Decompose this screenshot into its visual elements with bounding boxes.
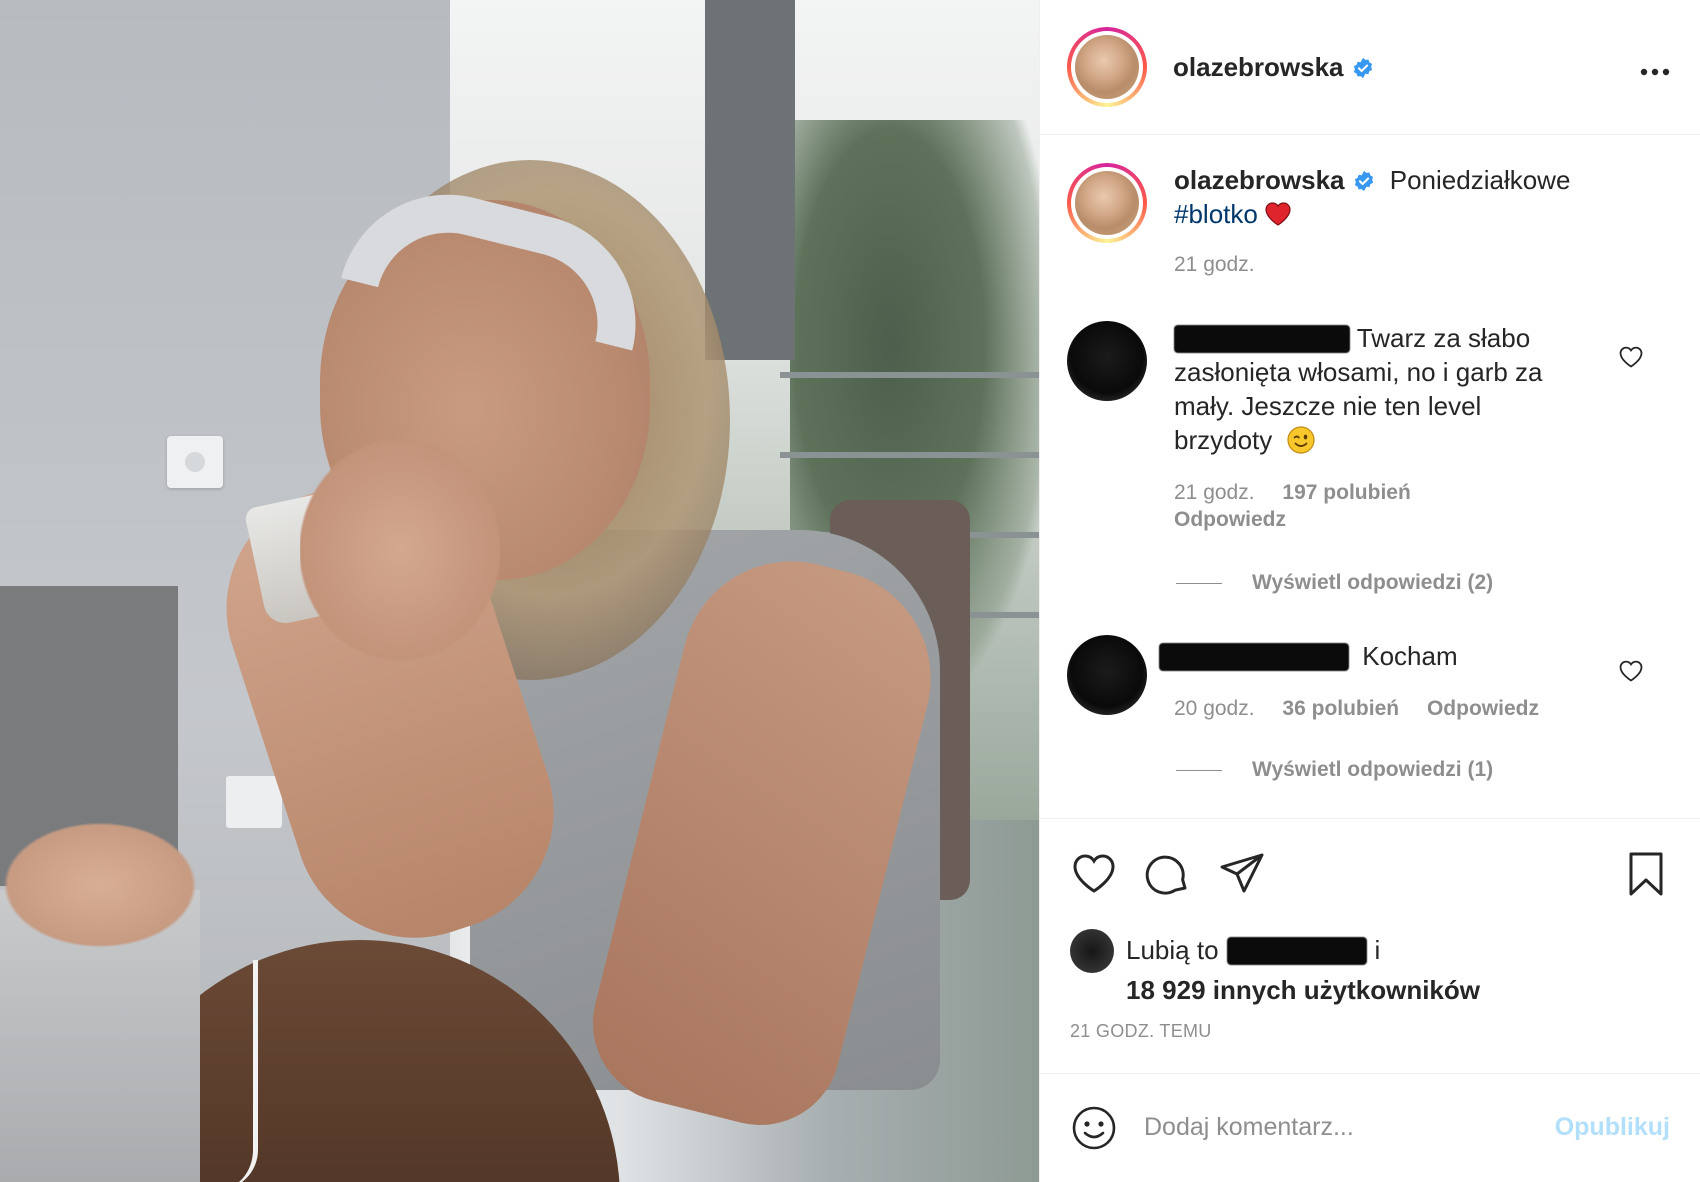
share-icon[interactable]: [1218, 850, 1266, 898]
small-heart-icon[interactable]: [1618, 345, 1644, 369]
redacted-username: [1159, 643, 1349, 672]
reply-button[interactable]: Odpowiedz: [1427, 697, 1539, 720]
caption-body: olazebrowska Poniedziałkowe #blotko 21 g…: [1174, 163, 1604, 277]
avatar-image: [1075, 35, 1139, 99]
comment-text: mały. Jeszcze nie ten level: [1174, 391, 1482, 422]
redacted-username: [1174, 325, 1350, 354]
comments-section[interactable]: olazebrowska Poniedziałkowe #blotko 21 g…: [1040, 135, 1700, 818]
add-comment-bar: Opublikuj: [1040, 1072, 1700, 1182]
comment-time: 21 godz.: [1174, 481, 1255, 505]
post-actions-bar: [1040, 817, 1700, 929]
comment-likes-link[interactable]: 197 polubień: [1282, 481, 1410, 504]
photo-outlet: [226, 776, 282, 828]
caption-author-avatar[interactable]: [1067, 163, 1147, 244]
caption-hashtag-link[interactable]: #blotko: [1174, 199, 1258, 229]
view-replies-button[interactable]: Wyświetl odpowiedzi (1): [1176, 758, 1670, 782]
commenter-avatar[interactable]: [1067, 321, 1147, 402]
reply-button[interactable]: Odpowiedz: [1174, 508, 1286, 531]
small-heart-icon[interactable]: [1618, 659, 1644, 683]
likes-section: Lubią to i 18 929 innych użytkowników: [1040, 928, 1700, 1011]
comment-text: zasłonięta włosami, no i garb za: [1174, 357, 1543, 388]
verified-icon: [1353, 57, 1372, 78]
likes-prefix: Lubią to: [1126, 935, 1219, 966]
comment-text: Twarz za słabo: [1356, 323, 1531, 354]
more-options-button[interactable]: [1640, 50, 1670, 84]
caption-text: olazebrowska Poniedziałkowe: [1174, 163, 1604, 197]
caption-time: 21 godz.: [1174, 253, 1255, 277]
heart-emoji-icon: [1265, 202, 1291, 226]
photo-hand-typing: [0, 820, 200, 950]
author-username[interactable]: olazebrowska: [1173, 52, 1374, 83]
emoji-icon[interactable]: [1070, 1104, 1118, 1152]
photo-cable: [218, 960, 258, 1182]
post-timestamp[interactable]: 21 GODZ. TEMU: [1040, 1011, 1700, 1073]
photo-window-frame: [705, 0, 795, 360]
more-icon: [1640, 68, 1670, 76]
bookmark-icon[interactable]: [1622, 850, 1670, 898]
comment-item: Kocham 20 godz. 36 polubień Odpowiedz: [1067, 635, 1670, 722]
comment-likes-link[interactable]: 36 polubień: [1282, 697, 1399, 720]
likes-suffix: i: [1374, 935, 1381, 966]
winking-face-emoji-icon: [1286, 426, 1315, 454]
post-photo[interactable]: [0, 0, 1039, 1182]
photo-hand: [300, 440, 500, 660]
likes-count-link[interactable]: 18 929 innych użytkowników: [1126, 975, 1670, 1006]
replies-dash: [1176, 582, 1222, 584]
instagram-post: olazebrowska olazebrowska Poniedziałkowe: [0, 0, 1700, 1182]
photo-railing: [780, 372, 1039, 378]
caption-author-name[interactable]: olazebrowska: [1174, 165, 1345, 195]
comment-icon[interactable]: [1144, 850, 1192, 898]
redacted-username: [1226, 936, 1367, 965]
avatar-image: [1075, 171, 1139, 236]
comment-input[interactable]: [1144, 1113, 1555, 1143]
comment-meta: 21 godz. 197 polubień Odpowiedz: [1174, 479, 1594, 533]
photo-light-switch: [167, 436, 223, 488]
comment-body: Twarz za słabo zasłonięta włosami, no i …: [1174, 321, 1594, 533]
comment-time: 20 godz.: [1174, 697, 1255, 721]
comment-text: brzydoty: [1174, 425, 1273, 456]
comment-body: Kocham 20 godz. 36 polubień Odpowiedz: [1159, 635, 1579, 722]
heart-icon[interactable]: [1070, 850, 1118, 898]
replies-dash: [1176, 769, 1222, 771]
comment-meta: 20 godz. 36 polubień Odpowiedz: [1174, 695, 1579, 722]
post-side-panel: olazebrowska olazebrowska Poniedziałkowe: [1039, 0, 1700, 1182]
photo-railing: [780, 452, 1039, 458]
post-caption: olazebrowska Poniedziałkowe #blotko 21 g…: [1067, 163, 1670, 277]
comment-text: Kocham: [1362, 641, 1458, 672]
liker-avatar[interactable]: [1070, 928, 1114, 973]
verified-icon: [1354, 170, 1373, 192]
view-replies-button[interactable]: Wyświetl odpowiedzi (2): [1176, 571, 1670, 595]
publish-button[interactable]: Opublikuj: [1555, 1113, 1670, 1142]
author-avatar[interactable]: [1067, 27, 1147, 107]
comment-item: Twarz za słabo zasłonięta włosami, no i …: [1067, 321, 1670, 533]
commenter-avatar[interactable]: [1067, 635, 1147, 716]
caption-text-content: Poniedziałkowe: [1389, 165, 1571, 196]
post-header: olazebrowska: [1040, 0, 1700, 136]
